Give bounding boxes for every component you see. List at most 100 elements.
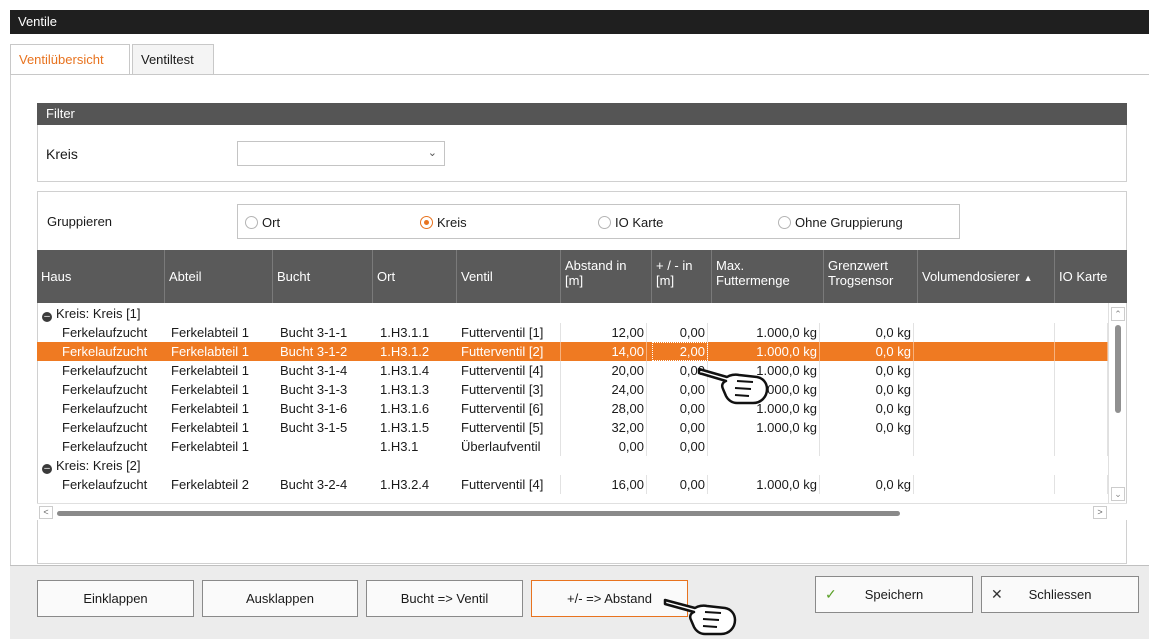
horizontal-scrollbar[interactable]: < > bbox=[37, 503, 1127, 520]
table-row[interactable]: Ferkelaufzucht Ferkelabteil 1 Bucht 3-1-6 1… bbox=[37, 399, 1108, 418]
horizontal-scroll-thumb[interactable] bbox=[57, 511, 900, 516]
kreis-select[interactable]: ⌄ bbox=[237, 141, 445, 166]
cell-max-futtermenge[interactable]: 1.000,0 kg bbox=[712, 418, 820, 437]
offset-to-distance-button[interactable]: +/- => Abstand bbox=[531, 580, 688, 617]
cell-io-karte[interactable] bbox=[1055, 437, 1108, 456]
scroll-down-icon[interactable]: ⌄ bbox=[1111, 487, 1125, 501]
cell-io-karte[interactable] bbox=[1055, 342, 1108, 361]
cell-bucht[interactable]: Bucht 3-1-3 bbox=[280, 380, 376, 399]
save-button[interactable]: ✓ Speichern bbox=[815, 576, 973, 613]
cell-plus-minus[interactable]: 0,00 bbox=[652, 418, 708, 437]
cell-max-futtermenge[interactable]: 1.000,0 kg bbox=[712, 399, 820, 418]
cell-ventil[interactable]: Überlaufventil bbox=[461, 437, 561, 456]
scroll-left-icon[interactable]: < bbox=[39, 506, 53, 519]
cell-ort[interactable]: 1.H3.1.6 bbox=[380, 399, 460, 418]
cell-max-futtermenge[interactable] bbox=[712, 437, 820, 456]
cell-bucht[interactable]: Bucht 3-1-5 bbox=[280, 418, 376, 437]
cell-ort[interactable]: 1.H3.1.1 bbox=[380, 323, 460, 342]
cell-ort[interactable]: 1.H3.1 bbox=[380, 437, 460, 456]
column-header-ventil[interactable]: Ventil bbox=[457, 250, 561, 303]
cell-abteil[interactable]: Ferkelabteil 1 bbox=[171, 437, 275, 456]
cell-grenzwert[interactable]: 0,0 kg bbox=[824, 380, 914, 399]
cell-ventil[interactable]: Futterventil [4] bbox=[461, 361, 561, 380]
radio-kreis[interactable]: Kreis bbox=[420, 215, 467, 230]
column-header-volumendosierer[interactable]: Volumendosierer ▲ bbox=[918, 250, 1055, 303]
cell-bucht[interactable] bbox=[280, 437, 376, 456]
group-row-kreis-2[interactable]: – Kreis: Kreis [2] bbox=[37, 456, 1108, 475]
cell-grenzwert[interactable]: 0,0 kg bbox=[824, 342, 914, 361]
cell-abstand[interactable]: 16,00 bbox=[561, 475, 647, 494]
column-header-abstand[interactable]: Abstand in [m] bbox=[561, 250, 652, 303]
cell-grenzwert[interactable] bbox=[824, 437, 914, 456]
column-header-grenzwert[interactable]: Grenzwert Trogsensor bbox=[824, 250, 918, 303]
cell-volumendosierer[interactable] bbox=[918, 437, 1055, 456]
cell-max-futtermenge[interactable]: 1.000,0 kg bbox=[712, 361, 820, 380]
cell-ort[interactable]: 1.H3.1.5 bbox=[380, 418, 460, 437]
cell-abteil[interactable]: Ferkelabteil 1 bbox=[171, 342, 275, 361]
collapse-button[interactable]: Einklappen bbox=[37, 580, 194, 617]
cell-max-futtermenge[interactable]: 1.000,0 kg bbox=[712, 323, 820, 342]
cell-ventil[interactable]: Futterventil [3] bbox=[461, 380, 561, 399]
table-row[interactable]: Ferkelaufzucht Ferkelabteil 1 Bucht 3-1-4 1… bbox=[37, 361, 1108, 380]
table-row[interactable]: Ferkelaufzucht Ferkelabteil 1 1.H3.1 Überla… bbox=[37, 437, 1108, 456]
table-row[interactable]: Ferkelaufzucht Ferkelabteil 1 Bucht 3-1-2 1… bbox=[37, 342, 1108, 361]
radio-ohne-gruppierung[interactable]: Ohne Gruppierung bbox=[778, 215, 903, 230]
cell-grenzwert[interactable]: 0,0 kg bbox=[824, 418, 914, 437]
column-header-ort[interactable]: Ort bbox=[373, 250, 457, 303]
group-row-kreis-1[interactable]: – Kreis: Kreis [1] bbox=[37, 304, 1108, 323]
cell-abteil[interactable]: Ferkelabteil 1 bbox=[171, 418, 275, 437]
column-header-abteil[interactable]: Abteil bbox=[165, 250, 273, 303]
cell-grenzwert[interactable]: 0,0 kg bbox=[824, 361, 914, 380]
column-header-haus[interactable]: Haus bbox=[37, 250, 165, 303]
cell-bucht[interactable]: Bucht 3-2-4 bbox=[280, 475, 376, 494]
cell-plus-minus[interactable]: 0,00 bbox=[652, 399, 708, 418]
cell-ventil[interactable]: Futterventil [4] bbox=[461, 475, 561, 494]
scroll-right-icon[interactable]: > bbox=[1093, 506, 1107, 519]
column-header-bucht[interactable]: Bucht bbox=[273, 250, 373, 303]
cell-volumendosierer[interactable] bbox=[918, 323, 1055, 342]
cell-haus[interactable]: Ferkelaufzucht bbox=[62, 418, 169, 437]
cell-io-karte[interactable] bbox=[1055, 361, 1108, 380]
table-row[interactable]: Ferkelaufzucht Ferkelabteil 2 Bucht 3-2-4 1… bbox=[37, 475, 1108, 494]
cell-haus[interactable]: Ferkelaufzucht bbox=[62, 361, 169, 380]
cell-plus-minus[interactable]: 0,00 bbox=[652, 361, 708, 380]
cell-abteil[interactable]: Ferkelabteil 1 bbox=[171, 399, 275, 418]
cell-io-karte[interactable] bbox=[1055, 475, 1108, 494]
cell-bucht[interactable]: Bucht 3-1-6 bbox=[280, 399, 376, 418]
cell-max-futtermenge[interactable]: 1.000,0 kg bbox=[712, 342, 820, 361]
cell-io-karte[interactable] bbox=[1055, 323, 1108, 342]
radio-ort[interactable]: Ort bbox=[245, 215, 280, 230]
tab-ventiltest[interactable]: Ventiltest bbox=[132, 44, 214, 74]
cell-ventil[interactable]: Futterventil [6] bbox=[461, 399, 561, 418]
cell-bucht[interactable]: Bucht 3-1-2 bbox=[280, 342, 376, 361]
cell-volumendosierer[interactable] bbox=[918, 475, 1055, 494]
scroll-up-icon[interactable]: ⌃ bbox=[1111, 307, 1125, 321]
cell-volumendosierer[interactable] bbox=[918, 418, 1055, 437]
table-row[interactable]: Ferkelaufzucht Ferkelabteil 1 Bucht 3-1-3 1… bbox=[37, 380, 1108, 399]
cell-ort[interactable]: 1.H3.2.4 bbox=[380, 475, 460, 494]
radio-io-karte[interactable]: IO Karte bbox=[598, 215, 663, 230]
cell-ort[interactable]: 1.H3.1.4 bbox=[380, 361, 460, 380]
cell-grenzwert[interactable]: 0,0 kg bbox=[824, 323, 914, 342]
cell-grenzwert[interactable]: 0,0 kg bbox=[824, 399, 914, 418]
minus-circle-icon[interactable]: – bbox=[42, 464, 52, 474]
cell-plus-minus[interactable]: 0,00 bbox=[652, 380, 708, 399]
vertical-scroll-thumb[interactable] bbox=[1115, 325, 1121, 413]
cell-abteil[interactable]: Ferkelabteil 1 bbox=[171, 323, 275, 342]
column-header-max-futtermenge[interactable]: Max. Futtermenge bbox=[712, 250, 824, 303]
cell-haus[interactable]: Ferkelaufzucht bbox=[62, 342, 169, 361]
vertical-scrollbar[interactable]: ⌃ ⌄ bbox=[1108, 303, 1126, 503]
cell-plus-minus[interactable]: 2,00 bbox=[652, 342, 708, 361]
cell-haus[interactable]: Ferkelaufzucht bbox=[62, 399, 169, 418]
column-header-io-karte[interactable]: IO Karte bbox=[1055, 250, 1127, 303]
cell-ventil[interactable]: Futterventil [2] bbox=[461, 342, 561, 361]
cell-ort[interactable]: 1.H3.1.2 bbox=[380, 342, 460, 361]
cell-haus[interactable]: Ferkelaufzucht bbox=[62, 475, 169, 494]
cell-volumendosierer[interactable] bbox=[918, 399, 1055, 418]
cell-bucht[interactable]: Bucht 3-1-1 bbox=[280, 323, 376, 342]
cell-plus-minus[interactable]: 0,00 bbox=[652, 475, 708, 494]
cell-abteil[interactable]: Ferkelabteil 2 bbox=[171, 475, 275, 494]
cell-haus[interactable]: Ferkelaufzucht bbox=[62, 437, 169, 456]
cell-volumendosierer[interactable] bbox=[918, 361, 1055, 380]
pen-to-valve-button[interactable]: Bucht => Ventil bbox=[366, 580, 523, 617]
